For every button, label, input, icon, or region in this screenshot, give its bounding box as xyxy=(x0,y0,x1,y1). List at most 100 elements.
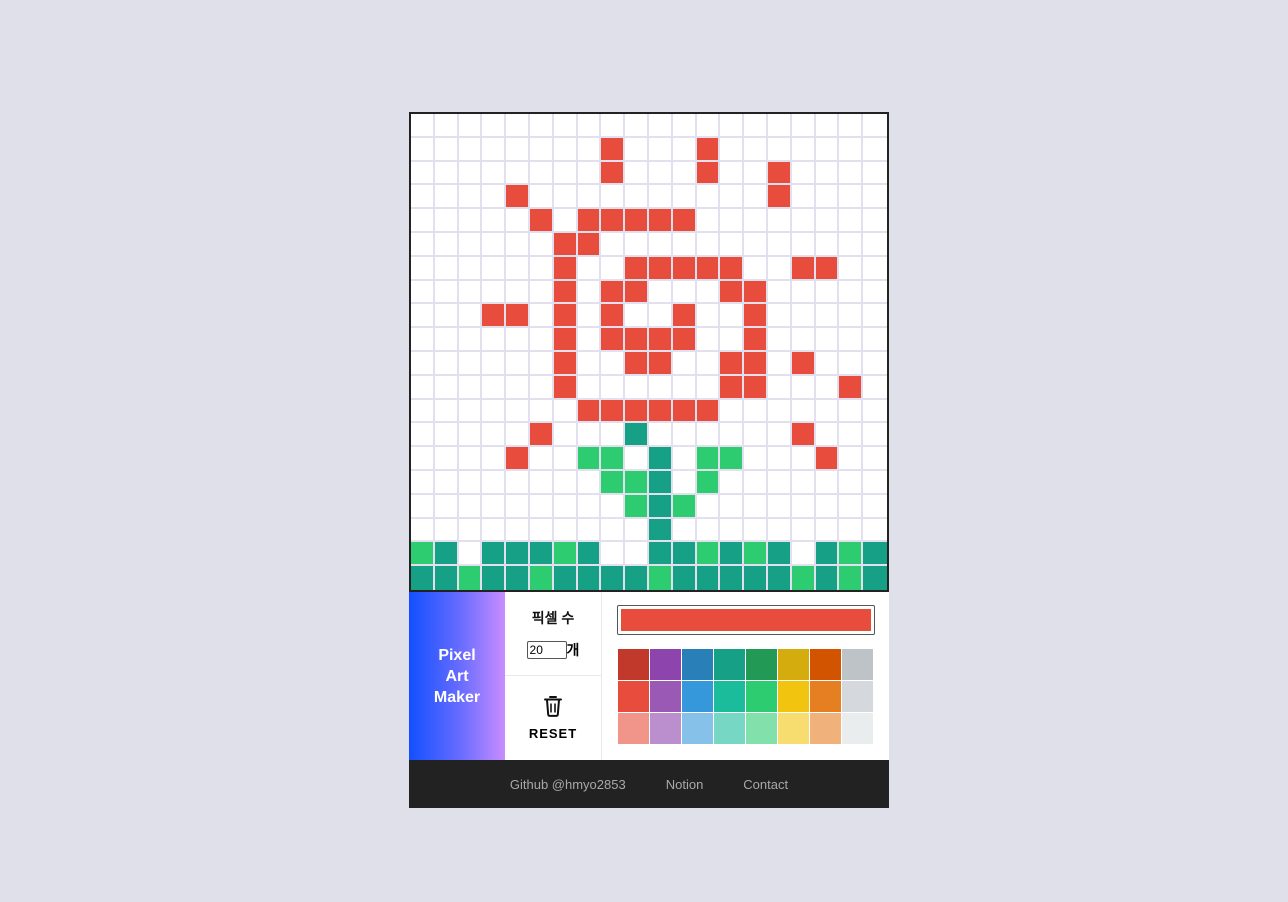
pixel-cell[interactable] xyxy=(791,447,816,471)
pixel-cell[interactable] xyxy=(672,328,697,352)
pixel-cell[interactable] xyxy=(648,304,673,329)
pixel-cell[interactable] xyxy=(744,375,768,400)
pixel-cell[interactable] xyxy=(815,399,840,424)
pixel-cell[interactable] xyxy=(648,256,673,281)
pixel-cell[interactable] xyxy=(458,185,483,210)
color-swatch[interactable] xyxy=(682,649,713,680)
pixel-cell[interactable] xyxy=(672,399,697,424)
pixel-cell[interactable] xyxy=(625,542,649,567)
pixel-cell[interactable] xyxy=(434,328,459,352)
pixel-cell[interactable] xyxy=(744,470,768,495)
pixel-cell[interactable] xyxy=(648,161,673,186)
pixel-cell[interactable] xyxy=(767,256,792,281)
pixel-cell[interactable] xyxy=(553,256,578,281)
pixel-cell[interactable] xyxy=(482,423,507,448)
pixel-cell[interactable] xyxy=(506,423,530,448)
pixel-cell[interactable] xyxy=(863,470,887,495)
pixel-cell[interactable] xyxy=(506,328,530,352)
pixel-cell[interactable] xyxy=(815,304,840,329)
pixel-cell[interactable] xyxy=(720,423,745,448)
color-swatch[interactable] xyxy=(778,713,809,744)
pixel-cell[interactable] xyxy=(506,280,530,305)
pixel-cell[interactable] xyxy=(791,232,816,257)
pixel-cell[interactable] xyxy=(720,494,745,519)
pixel-cell[interactable] xyxy=(863,256,887,281)
color-swatch[interactable] xyxy=(650,713,681,744)
pixel-cell[interactable] xyxy=(744,423,768,448)
pixel-cell[interactable] xyxy=(767,280,792,305)
pixel-cell[interactable] xyxy=(577,494,602,519)
color-swatch[interactable] xyxy=(618,713,649,744)
pixel-cell[interactable] xyxy=(648,209,673,233)
footer-link-contact[interactable]: Contact xyxy=(743,777,788,792)
pixel-cell[interactable] xyxy=(506,399,530,424)
pixel-cell[interactable] xyxy=(482,494,507,519)
pixel-cell[interactable] xyxy=(434,304,459,329)
pixel-cell[interactable] xyxy=(625,447,649,471)
pixel-cell[interactable] xyxy=(744,185,768,210)
footer-link-github[interactable]: Github @hmyo2853 xyxy=(510,777,626,792)
pixel-cell[interactable] xyxy=(577,209,602,233)
pixel-cell[interactable] xyxy=(744,399,768,424)
color-swatch[interactable] xyxy=(650,681,681,712)
pixel-cell[interactable] xyxy=(625,209,649,233)
pixel-cell[interactable] xyxy=(577,542,602,567)
pixel-cell[interactable] xyxy=(506,542,530,567)
pixel-cell[interactable] xyxy=(529,185,554,210)
pixel-cell[interactable] xyxy=(815,161,840,186)
pixel-cell[interactable] xyxy=(625,470,649,495)
pixel-cell[interactable] xyxy=(601,328,626,352)
pixel-cell[interactable] xyxy=(529,542,554,567)
pixel-cell[interactable] xyxy=(482,375,507,400)
pixel-cell[interactable] xyxy=(720,447,745,471)
pixel-cell[interactable] xyxy=(744,494,768,519)
pixel-cell[interactable] xyxy=(553,423,578,448)
pixel-cell[interactable] xyxy=(529,423,554,448)
pixel-cell[interactable] xyxy=(767,518,792,543)
pixel-cell[interactable] xyxy=(577,375,602,400)
pixel-cell[interactable] xyxy=(744,137,768,162)
pixel-cell[interactable] xyxy=(553,351,578,376)
pixel-cell[interactable] xyxy=(577,470,602,495)
pixel-cell[interactable] xyxy=(696,566,721,590)
pixel-cell[interactable] xyxy=(577,280,602,305)
pixel-cell[interactable] xyxy=(577,447,602,471)
pixel-cell[interactable] xyxy=(458,209,483,233)
footer-link-notion[interactable]: Notion xyxy=(666,777,704,792)
color-swatch[interactable] xyxy=(778,681,809,712)
pixel-cell[interactable] xyxy=(577,566,602,590)
pixel-cell[interactable] xyxy=(601,447,626,471)
pixel-cell[interactable] xyxy=(648,566,673,590)
pixel-cell[interactable] xyxy=(767,470,792,495)
pixel-cell[interactable] xyxy=(648,185,673,210)
pixel-cell[interactable] xyxy=(625,232,649,257)
pixel-cell[interactable] xyxy=(529,399,554,424)
pixel-cell[interactable] xyxy=(601,375,626,400)
pixel-cell[interactable] xyxy=(529,518,554,543)
pixel-cell[interactable] xyxy=(625,399,649,424)
pixel-cell[interactable] xyxy=(601,161,626,186)
pixel-cell[interactable] xyxy=(434,185,459,210)
pixel-cell[interactable] xyxy=(553,114,578,138)
pixel-cell[interactable] xyxy=(529,447,554,471)
pixel-cell[interactable] xyxy=(863,328,887,352)
pixel-cell[interactable] xyxy=(767,328,792,352)
pixel-cell[interactable] xyxy=(506,447,530,471)
pixel-cell[interactable] xyxy=(625,114,649,138)
pixel-cell[interactable] xyxy=(744,280,768,305)
pixel-cell[interactable] xyxy=(791,494,816,519)
pixel-cell[interactable] xyxy=(411,470,435,495)
pixel-cell[interactable] xyxy=(625,328,649,352)
pixel-cell[interactable] xyxy=(791,137,816,162)
pixel-cell[interactable] xyxy=(672,447,697,471)
pixel-cell[interactable] xyxy=(553,447,578,471)
color-swatch[interactable] xyxy=(746,713,777,744)
pixel-cell[interactable] xyxy=(411,351,435,376)
pixel-cell[interactable] xyxy=(577,161,602,186)
pixel-cell[interactable] xyxy=(434,232,459,257)
pixel-cell[interactable] xyxy=(553,185,578,210)
pixel-cell[interactable] xyxy=(720,328,745,352)
pixel-cell[interactable] xyxy=(815,470,840,495)
pixel-cell[interactable] xyxy=(863,232,887,257)
pixel-cell[interactable] xyxy=(411,494,435,519)
